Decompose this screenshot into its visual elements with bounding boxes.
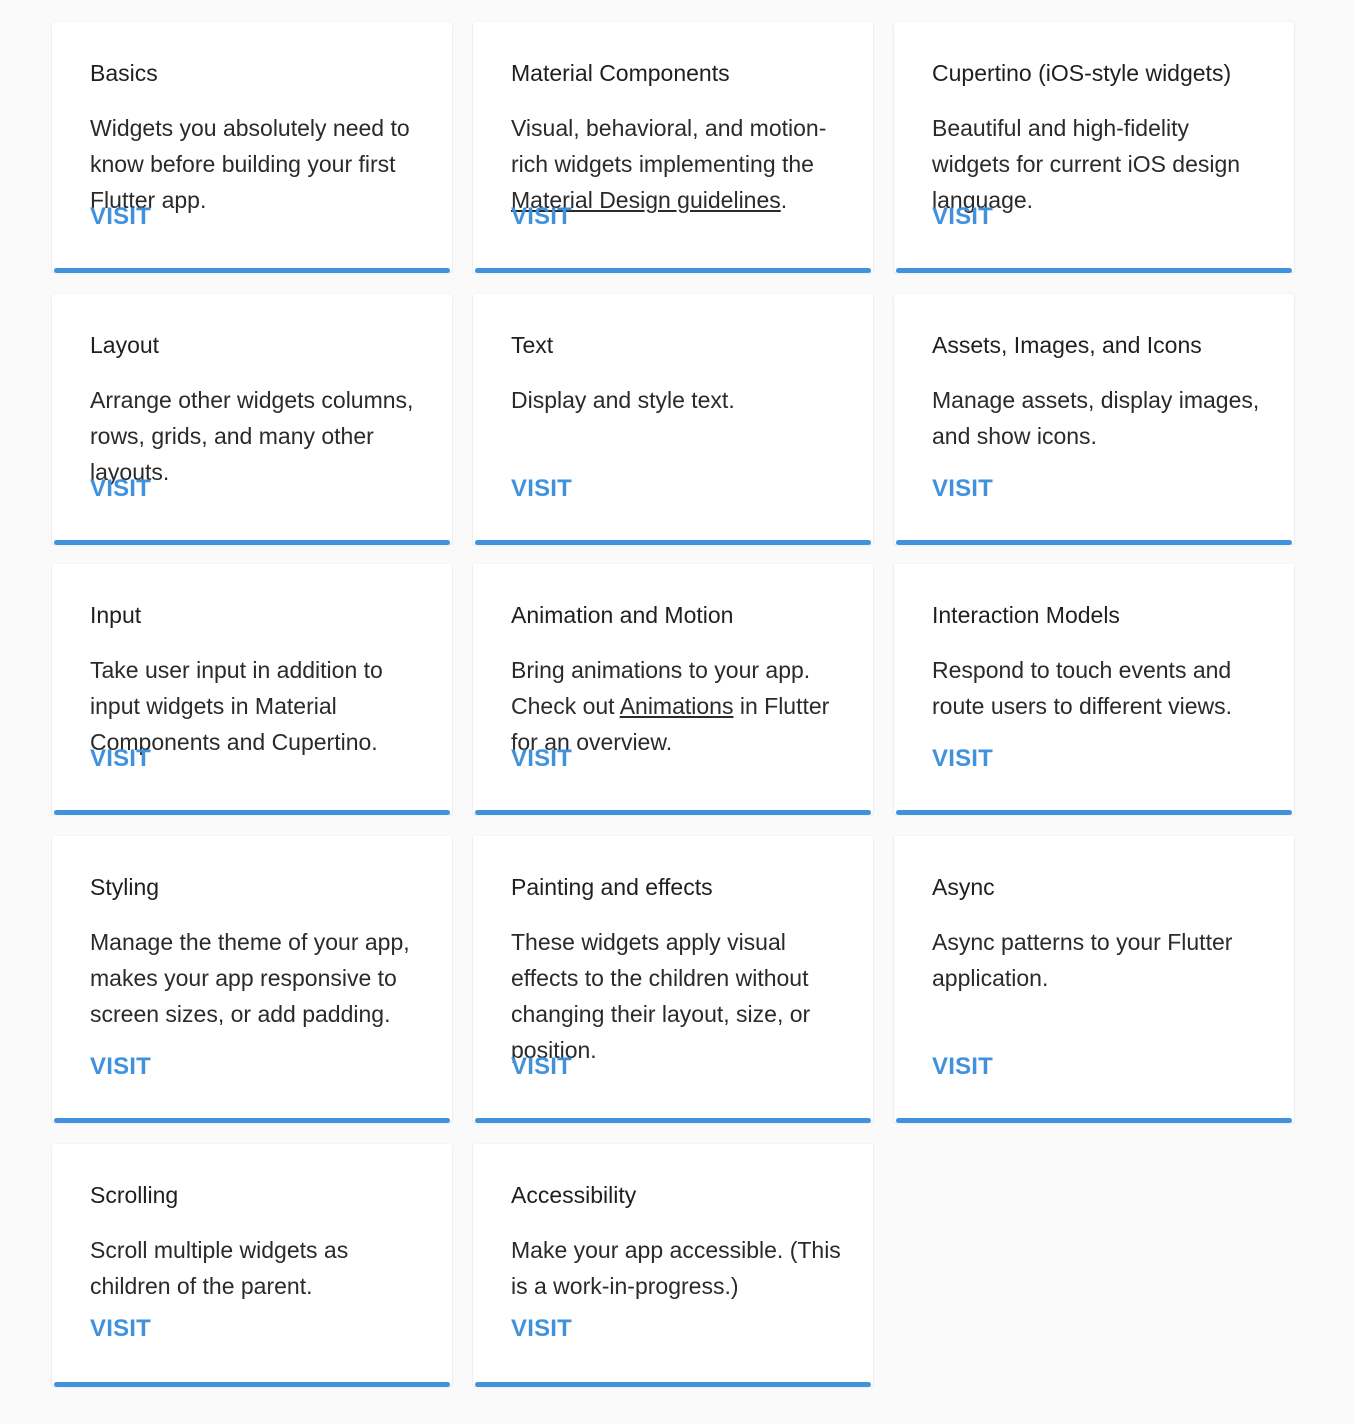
card-assets-images-icons: Assets, Images, and Icons Manage assets,… (894, 294, 1294, 545)
card-title: Material Components (511, 60, 730, 86)
card-accent-bar (475, 540, 871, 545)
card-title: Interaction Models (932, 602, 1120, 628)
card-accent-bar (896, 1118, 1292, 1123)
visit-link[interactable]: VISIT (511, 1052, 572, 1082)
visit-link[interactable]: VISIT (90, 1314, 151, 1344)
card-title: Accessibility (511, 1182, 637, 1208)
visit-link[interactable]: VISIT (90, 202, 151, 232)
card-title: Basics (90, 60, 158, 86)
visit-link[interactable]: VISIT (90, 474, 151, 504)
card-accent-bar (896, 540, 1292, 545)
card-accent-bar (896, 810, 1292, 815)
card-description: Manage the theme of your app, makes your… (90, 929, 410, 1027)
card-title: Animation and Motion (511, 602, 734, 628)
card-accent-bar (475, 1118, 871, 1123)
card-title: Cupertino (iOS-style widgets) (932, 60, 1232, 86)
visit-link[interactable]: VISIT (511, 1314, 572, 1344)
card-description: Async patterns to your Flutter applicati… (932, 929, 1233, 991)
card-input: Input Take user input in addition to inp… (52, 564, 452, 815)
card-title: Async (932, 874, 995, 900)
card-description: Manage assets, display images, and show … (932, 387, 1260, 449)
visit-link[interactable]: VISIT (511, 202, 572, 232)
card-description: Respond to touch events and route users … (932, 657, 1232, 719)
visit-link[interactable]: VISIT (511, 744, 572, 774)
card-title: Scrolling (90, 1182, 179, 1208)
card-description: Make your app accessible. (This is a wor… (511, 1237, 841, 1299)
card-accent-bar (475, 810, 871, 815)
card-accent-bar (475, 268, 871, 273)
card-title: Assets, Images, and Icons (932, 332, 1202, 358)
visit-link[interactable]: VISIT (932, 744, 993, 774)
card-interaction-models: Interaction Models Respond to touch even… (894, 564, 1294, 815)
card-title: Styling (90, 874, 160, 900)
card-title: Layout (90, 332, 160, 358)
card-basics: Basics Widgets you absolutely need to kn… (52, 22, 452, 273)
card-title: Painting and effects (511, 874, 713, 900)
card-async: Async Async patterns to your Flutter app… (894, 836, 1294, 1123)
visit-link[interactable]: VISIT (932, 474, 993, 504)
card-description-text: . (780, 187, 788, 213)
card-styling: Styling Manage the theme of your app, ma… (52, 836, 452, 1123)
card-layout: Layout Arrange other widgets columns, ro… (52, 294, 452, 545)
card-accent-bar (54, 1118, 450, 1123)
card-accent-bar (54, 268, 450, 273)
card-painting-effects: Painting and effects These widgets apply… (473, 836, 873, 1123)
card-animation-motion: Animation and Motion Bring animations to… (473, 564, 873, 815)
visit-link[interactable]: VISIT (932, 202, 993, 232)
card-title: Text (511, 332, 554, 358)
card-description: Scroll multiple widgets as children of t… (90, 1237, 349, 1299)
card-title: Input (90, 602, 142, 628)
card-description: Display and style text. (511, 387, 735, 413)
visit-link[interactable]: VISIT (90, 1052, 151, 1082)
card-cupertino: Cupertino (iOS-style widgets) Beautiful … (894, 22, 1294, 273)
card-description: These widgets apply visual effects to th… (511, 929, 811, 1063)
animations-link[interactable]: Animations (620, 693, 734, 719)
visit-link[interactable]: VISIT (90, 744, 151, 774)
visit-link[interactable]: VISIT (932, 1052, 993, 1082)
card-accent-bar (54, 540, 450, 545)
card-accent-bar (896, 268, 1292, 273)
card-accent-bar (475, 1382, 871, 1387)
card-description-text: Visual, behavioral, and motion-rich widg… (511, 115, 827, 177)
card-accent-bar (54, 1382, 450, 1387)
card-accent-bar (54, 810, 450, 815)
card-scrolling: Scrolling Scroll multiple widgets as chi… (52, 1144, 452, 1387)
card-accessibility: Accessibility Make your app accessible. … (473, 1144, 873, 1387)
visit-link[interactable]: VISIT (511, 474, 572, 504)
card-text: Text Display and style text. VISIT (473, 294, 873, 545)
card-material-components: Material Components Visual, behavioral, … (473, 22, 873, 273)
